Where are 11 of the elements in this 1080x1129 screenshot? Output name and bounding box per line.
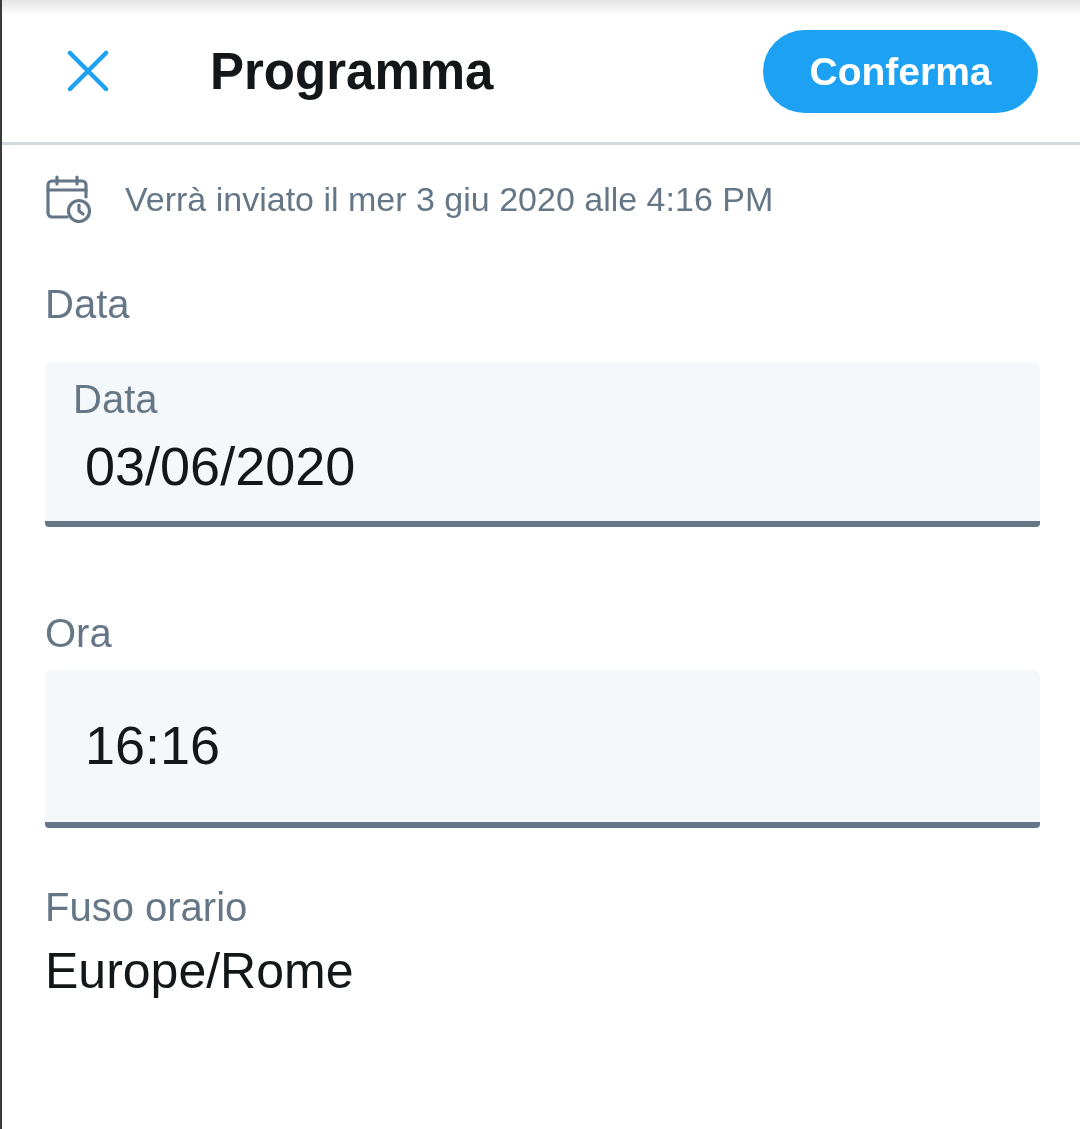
date-field[interactable]: Data 03/06/2020 [45,362,1040,527]
close-icon [67,50,109,92]
floating-label: Data [73,379,158,419]
section-label: Data [45,284,130,324]
section-label: Ora [45,613,112,653]
calendar-clock-icon [45,175,93,223]
close-button[interactable] [65,48,111,94]
time-field[interactable]: 16:16 [45,670,1040,828]
section-label: Fuso orario [45,887,248,927]
timezone-value: Europe/Rome [45,946,354,996]
schedule-notice: Verrà inviato il mer 3 giu 2020 alle 4:16 PM [125,182,774,216]
